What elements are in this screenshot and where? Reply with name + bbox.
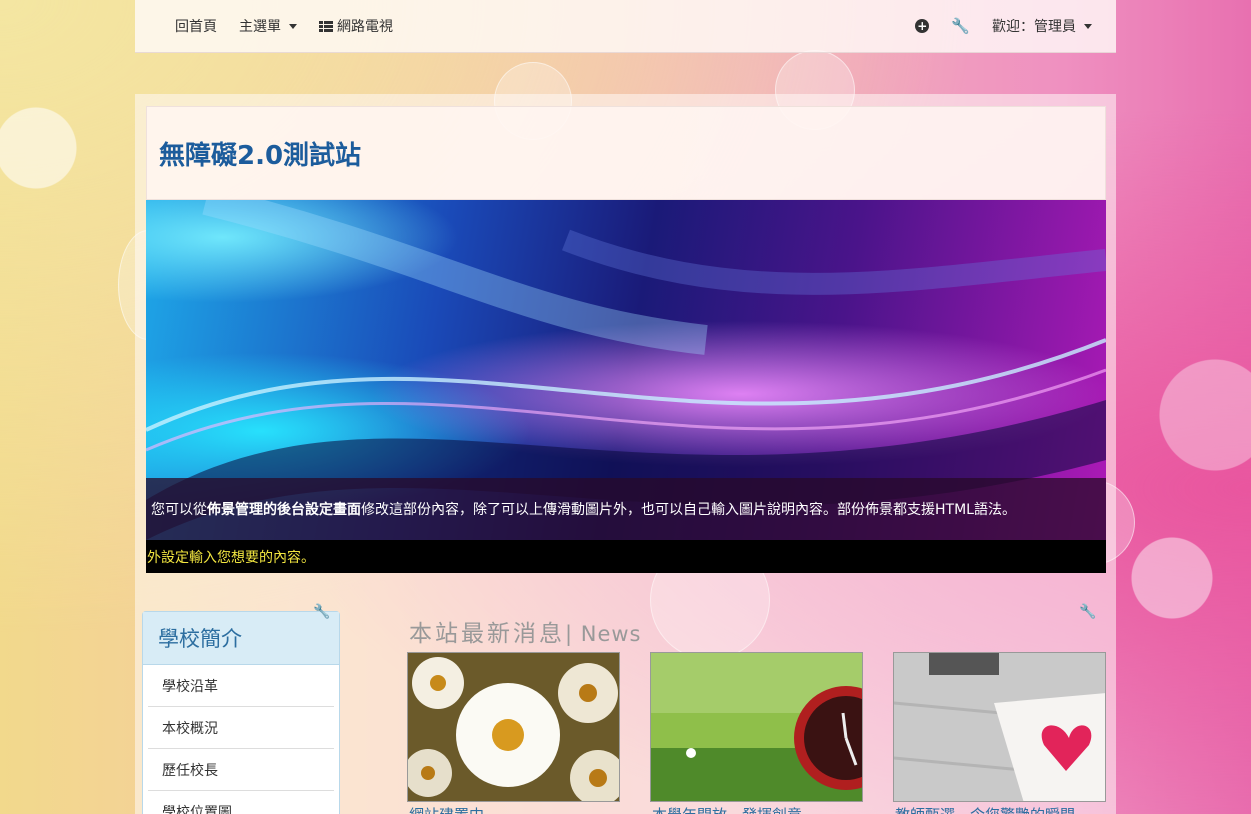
nav-main-menu-label: 主選單 [239, 19, 281, 35]
wrench-icon[interactable]: 🔧 [1079, 604, 1096, 620]
nav-web-tv-label: 網路電視 [337, 19, 393, 35]
school-intro-title: 學校簡介 [143, 612, 339, 665]
nav-main-menu-dropdown[interactable]: 主選單 [239, 16, 297, 36]
welcome-label: 歡迎：管理員 [992, 19, 1076, 35]
wrench-icon[interactable]: 🔧 [951, 17, 970, 35]
nav-home-link[interactable]: 回首頁 [175, 16, 217, 36]
user-welcome-dropdown[interactable]: 歡迎：管理員 [992, 16, 1092, 36]
news-title-text: 本站最新消息 [409, 621, 565, 647]
site-header: 無障礙2.0測試站 [146, 106, 1106, 200]
caption-prefix: 您可以從 [151, 502, 207, 518]
wrench-icon[interactable]: 🔧 [313, 604, 330, 620]
caption-bold: 佈景管理的後台設定畫面 [207, 502, 361, 518]
sidebar-item-overview[interactable]: 本校概況 [148, 707, 334, 749]
sidebar-item-history[interactable]: 學校沿革 [148, 665, 334, 707]
news-image-heart[interactable] [893, 652, 1106, 802]
sidebar-item-location[interactable]: 學校位置圖 [148, 791, 334, 814]
news-section-title: 本站最新消息| News [409, 614, 642, 648]
caret-down-icon [1084, 23, 1092, 29]
sidebar-item-principals[interactable]: 歷任校長 [148, 749, 334, 791]
news-title-suffix: | News [565, 622, 642, 646]
caret-down-icon [289, 23, 297, 29]
news-caption-2[interactable]: 本學年開放…發揮創意 [652, 804, 865, 814]
plus-circle-icon[interactable]: + [915, 19, 930, 33]
school-intro-panel: 學校簡介 學校沿革 本校概況 歷任校長 學校位置圖 [142, 611, 340, 814]
nav-left-group: 回首頁 主選單 網路電視 [175, 16, 393, 36]
caption-suffix: 修改這部份內容，除了可以上傳滑動圖片外，也可以自己輸入圖片說明內容。部份佈景都支… [361, 502, 1016, 518]
news-image-clock[interactable] [650, 652, 863, 802]
nav-right-group: + 🔧 歡迎：管理員 [915, 16, 1092, 36]
banner-caption: 您可以從 佈景管理的後台設定畫面 修改這部份內容，除了可以上傳滑動圖片外，也可以自己… [146, 478, 1106, 540]
news-image-daisy[interactable] [407, 652, 620, 802]
news-caption-1[interactable]: 網站建置中 [409, 804, 622, 814]
list-icon [319, 20, 333, 32]
news-caption-3[interactable]: 教師甄選…令您驚艷的瞬間 [895, 804, 1108, 814]
main-container: 無障礙2.0測試站 您可以從 佈景管理的後台設定畫面 修改這部份內容，除了可以上傳滑… [135, 94, 1116, 814]
banner-caption-secondary: 外設定輸入您想要的內容。 [146, 540, 1106, 573]
nav-web-tv-link[interactable]: 網路電視 [319, 16, 393, 36]
top-navbar: 回首頁 主選單 網路電視 + 🔧 歡迎：管理員 [135, 0, 1116, 53]
site-title[interactable]: 無障礙2.0測試站 [159, 135, 361, 172]
nav-home-label: 回首頁 [175, 19, 217, 35]
